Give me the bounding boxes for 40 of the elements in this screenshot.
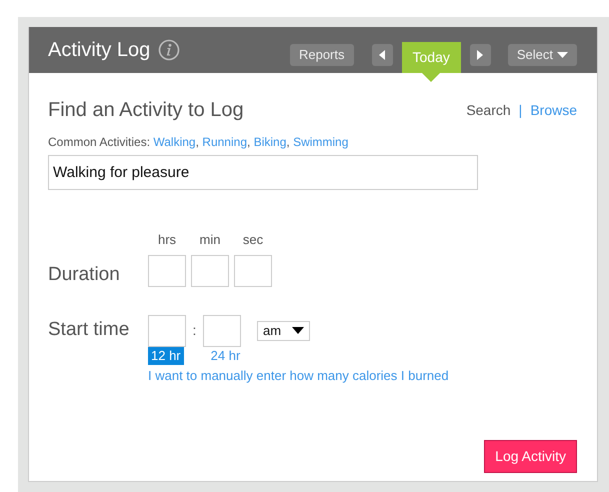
log-activity-button[interactable]: Log Activity <box>484 440 577 473</box>
left-arrow-icon <box>379 50 385 60</box>
separator: | <box>518 100 522 120</box>
activity-link[interactable]: Running <box>202 135 247 149</box>
tab-pointer <box>422 73 440 82</box>
select-dropdown[interactable]: Select <box>508 44 577 66</box>
previous-day-button[interactable] <box>372 44 392 66</box>
start-time-label: Start time <box>48 318 130 342</box>
am-pm-dropdown[interactable]: am <box>257 320 310 340</box>
time-format-toggle[interactable]: 24 hr <box>208 346 244 364</box>
unit-label: hrs <box>156 231 178 249</box>
time-format-toggle[interactable]: 12 hr <box>148 346 184 364</box>
mode-link[interactable]: Browse <box>530 100 577 120</box>
reports-button[interactable]: Reports <box>290 44 354 66</box>
right-arrow-icon <box>477 50 484 60</box>
time-separator: : <box>192 321 198 340</box>
seconds-field[interactable] <box>234 254 272 286</box>
unit-label: min <box>198 231 222 249</box>
activity-search-field[interactable]: Walking for pleasure <box>48 155 478 190</box>
hour-field[interactable] <box>148 314 186 346</box>
comma: , <box>196 135 199 149</box>
mode-tab[interactable]: Search <box>466 100 511 120</box>
next-day-button[interactable] <box>470 44 491 66</box>
activity-link[interactable]: Walking <box>153 135 196 149</box>
caret-icon <box>292 327 304 334</box>
info-icon[interactable] <box>158 39 180 61</box>
activity-link[interactable]: Swimming <box>293 135 348 149</box>
minute-field[interactable] <box>203 314 241 346</box>
common-activities-label: Common Activities: <box>48 135 152 149</box>
caret-icon <box>557 52 568 58</box>
comma: , <box>247 135 250 149</box>
hours-field[interactable] <box>148 254 186 286</box>
minutes-field[interactable] <box>191 254 229 286</box>
panel-title: Activity Log <box>48 38 150 63</box>
manual-calories-link[interactable]: I want to manually enter how many calories I burned <box>148 366 449 385</box>
comma: , <box>286 135 290 149</box>
activity-link[interactable]: Biking <box>254 135 286 149</box>
duration-label: Duration <box>48 262 121 286</box>
unit-label: sec <box>242 231 264 249</box>
section-heading: Find an Activity to Log <box>48 98 244 123</box>
